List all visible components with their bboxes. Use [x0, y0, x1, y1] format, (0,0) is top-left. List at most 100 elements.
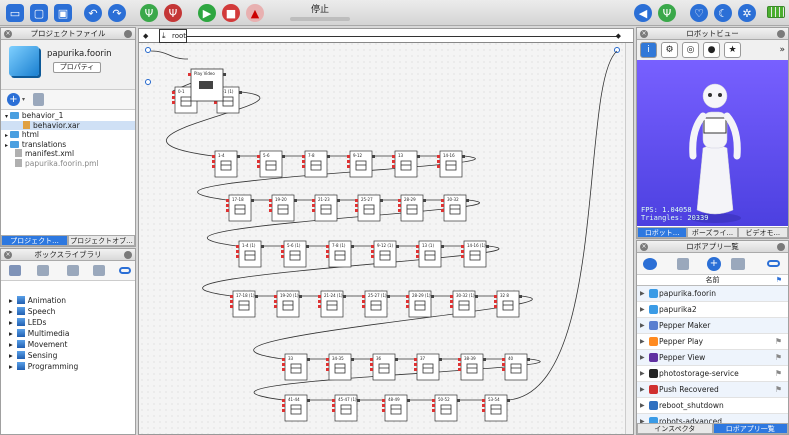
flow-box[interactable]: 13	[392, 150, 420, 178]
sleep-icon[interactable]: ☾	[714, 4, 732, 22]
flow-box[interactable]: 1-4	[212, 150, 240, 178]
robot-icon[interactable]: Ψ	[658, 4, 676, 22]
flow-box[interactable]: 37	[414, 353, 442, 381]
tree-item-behavior-1[interactable]: ▾ behavior_1	[1, 111, 135, 121]
panel-menu-icon[interactable]	[777, 243, 785, 251]
app-list-item[interactable]: ▶ Push Recovered ⚑	[637, 382, 788, 398]
info-icon[interactable]: i	[640, 42, 657, 58]
add-icon[interactable]: +	[707, 257, 721, 271]
flow-box[interactable]: 19-20 (1)	[274, 290, 302, 318]
flow-box[interactable]: 17-18	[226, 194, 254, 222]
options-icon[interactable]	[731, 258, 745, 270]
flow-box[interactable]: 13 (1)	[416, 240, 444, 268]
flow-box[interactable]: 36	[370, 353, 398, 381]
undo-icon[interactable]: ↶	[84, 4, 102, 22]
library-item-movement[interactable]: ▸ Movement	[1, 339, 135, 350]
settings-icon[interactable]: ✲	[738, 4, 756, 22]
flow-box[interactable]: 7-8 (1)	[326, 240, 354, 268]
lock-icon[interactable]: ★	[724, 42, 741, 58]
properties-button[interactable]: プロパティ	[53, 62, 101, 73]
tab-inspector[interactable]: インスペクタ	[637, 423, 713, 434]
panel-menu-icon[interactable]	[124, 251, 132, 259]
flow-box[interactable]: 28-29	[398, 194, 426, 222]
flag-icon[interactable]: ⚑	[776, 275, 782, 286]
play-icon[interactable]: ▶	[198, 4, 216, 22]
flow-box[interactable]: 30-32	[441, 194, 469, 222]
filter-icon[interactable]	[67, 265, 79, 276]
flow-box[interactable]: 40	[502, 353, 530, 381]
flow-box[interactable]: 25-27	[355, 194, 383, 222]
library-item-speech[interactable]: ▸ Speech	[1, 306, 135, 317]
library-icon[interactable]	[9, 265, 21, 276]
tab-robot[interactable]: ロボット...	[637, 227, 688, 238]
tab-project-files[interactable]: プロジェクト...	[1, 235, 68, 246]
robot-3d-view[interactable]: FPS: 1.04058 Triangles: 20339	[637, 60, 788, 226]
flow-box[interactable]: 48-49	[382, 394, 410, 422]
app-list-item[interactable]: ▶ papurika2	[637, 302, 788, 318]
open-icon[interactable]: ▢	[30, 4, 48, 22]
stop-icon[interactable]: ■	[222, 4, 240, 22]
tab-project-objects[interactable]: プロジェクトオブ...	[68, 235, 135, 246]
chevron-right-icon[interactable]: »	[779, 45, 785, 55]
trash-icon[interactable]	[33, 93, 44, 106]
joints-icon[interactable]: ⚙	[661, 42, 678, 58]
close-icon[interactable]: ×	[640, 243, 648, 251]
sensors-icon[interactable]: ◎	[682, 42, 699, 58]
connect-icon[interactable]: Ψ	[140, 4, 158, 22]
tab-video-monitor[interactable]: ビデオモ...	[737, 227, 788, 238]
list-icon[interactable]	[93, 265, 105, 276]
library-item-programming[interactable]: ▸ Programming	[1, 361, 135, 372]
tree-item-translations[interactable]: ▸ translations	[1, 140, 135, 150]
save-icon[interactable]: ▣	[54, 4, 72, 22]
disconnect-icon[interactable]: Ψ	[164, 4, 182, 22]
close-icon[interactable]: ×	[4, 251, 12, 259]
flow-box[interactable]: 25-27 (1)	[362, 290, 390, 318]
app-list-item[interactable]: ▶ Pepper Play ⚑	[637, 334, 788, 350]
flow-box[interactable]: 5-6	[257, 150, 285, 178]
panel-menu-icon[interactable]	[777, 30, 785, 38]
flow-box[interactable]: 7-8	[302, 150, 330, 178]
flow-box[interactable]: 1-4 (1)	[236, 240, 264, 268]
folder-add-icon[interactable]	[37, 265, 49, 276]
tree-item-manifest[interactable]: manifest.xml	[1, 149, 135, 159]
app-list-item[interactable]: ▶ Pepper Maker	[637, 318, 788, 334]
library-item-sensing[interactable]: ▸ Sensing	[1, 350, 135, 361]
camera-icon[interactable]: ●	[703, 42, 720, 58]
library-item-animation[interactable]: ▸ Animation	[1, 295, 135, 306]
flow-box[interactable]: 14-16	[437, 150, 465, 178]
chevron-down-icon[interactable]: ▾	[22, 96, 25, 103]
flow-box[interactable]: 33	[282, 353, 310, 381]
tree-item-pml[interactable]: papurika.foorin.pml	[1, 158, 135, 169]
app-list-item[interactable]: ▶ Pepper View ⚑	[637, 350, 788, 366]
volume-icon[interactable]: ◀	[634, 4, 652, 22]
redo-icon[interactable]: ↷	[108, 4, 126, 22]
panel-menu-icon[interactable]	[124, 30, 132, 38]
app-list-item[interactable]: ▶ reboot_shutdown	[637, 398, 788, 414]
flow-box[interactable]: 9-12 (1)	[371, 240, 399, 268]
new-icon[interactable]: ▭	[6, 4, 24, 22]
flow-box[interactable]: 30-32 (1)	[450, 290, 478, 318]
flow-box[interactable]: 9-12	[347, 150, 375, 178]
library-item-leds[interactable]: ▸ LEDs	[1, 317, 135, 328]
flow-box[interactable]: 19-20	[269, 194, 297, 222]
tab-robot-apps[interactable]: ロボアプリ一覧	[712, 423, 788, 434]
flow-box[interactable]: 41-44	[282, 394, 310, 422]
flow-box[interactable]: 21-23	[312, 194, 340, 222]
flow-box[interactable]: 38-39	[458, 353, 486, 381]
flow-box[interactable]: 21-24 (1)	[318, 290, 346, 318]
tree-item-behavior-xar[interactable]: behavior.xar	[1, 120, 135, 130]
flow-box[interactable]: 50-52	[432, 394, 460, 422]
app-list-item[interactable]: ▶ papurika.foorin	[637, 286, 788, 302]
tab-pose-library[interactable]: ポーズライ...	[687, 227, 738, 238]
close-icon[interactable]: ×	[4, 30, 12, 38]
play-video-box[interactable]: Play Video	[188, 68, 226, 102]
flow-box[interactable]: 32 8	[494, 290, 522, 318]
search-icon[interactable]	[767, 260, 780, 267]
flow-box[interactable]: 14-16 (1)	[461, 240, 489, 268]
flow-diagram-canvas[interactable]: ◆ ⤓ root ◆ 0-1 0-1 (1) 1-4 5-6 7-8 9-12 13 14-1…	[138, 28, 634, 435]
tree-item-html[interactable]: ▸ html	[1, 130, 135, 140]
search-icon[interactable]	[119, 267, 131, 274]
flow-box[interactable]: 5-6 (1)	[281, 240, 309, 268]
flow-box[interactable]: 53-54	[482, 394, 510, 422]
flow-box[interactable]: 34-35	[326, 353, 354, 381]
